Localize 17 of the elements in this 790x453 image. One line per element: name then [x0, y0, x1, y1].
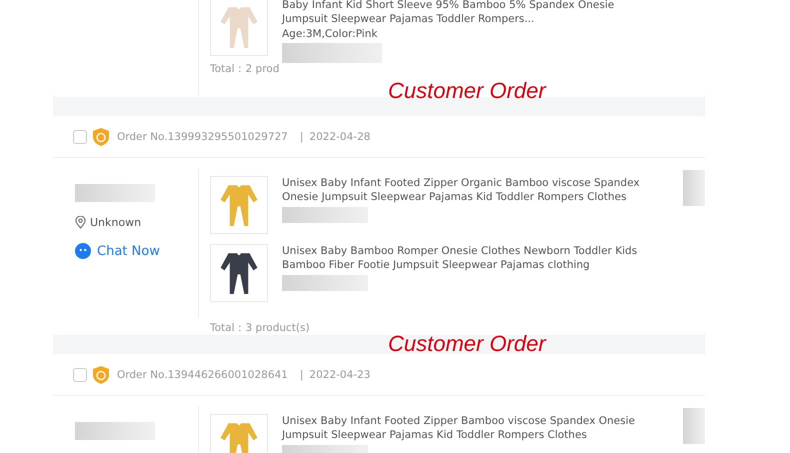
chat-now-link[interactable]: Chat Now [97, 244, 160, 258]
product-total: Total：2 prod [210, 63, 280, 75]
order-number: Order No.139993295501029727 [117, 130, 288, 142]
product-variant: Age:3M,Color:Pink [282, 28, 378, 40]
order-date: 2022-04-28 [309, 130, 370, 142]
separator: | [300, 130, 304, 142]
product-total: Total：3 product(s) [210, 322, 310, 334]
product-title[interactable]: Unisex Baby Bamboo Romper Onesie Clothes Newborn Toddler Kids Bamboo Fiber Footie Jumpsuit Sleepwear Pajamas clothing [282, 244, 657, 272]
order-number: Order No.139446266001028641 [117, 368, 288, 380]
product-title[interactable]: Baby Infant Kid Short Sleeve 95% Bamboo 5% Spandex Onesie Jumpsuit Sleepwear Pajamas Toddler Rompers... [282, 0, 657, 26]
separator: | [300, 368, 304, 380]
caption-text: Customer Order [388, 331, 546, 357]
product-title[interactable]: Unisex Baby Infant Footed Zipper Organic Bamboo viscose Spandex Onesie Jumpsuit Sleepwear Pajamas Kid Toddler Rompers Clothes [282, 176, 657, 204]
order-date: 2022-04-23 [309, 368, 370, 380]
caption-text: Customer Order [388, 78, 546, 104]
product-title[interactable]: Unisex Baby Infant Footed Zipper Bamboo viscose Spandex Onesie Jumpsuit Sleepwear Pajamas Kid Toddler Rompers Clothes [282, 414, 657, 442]
location-text: Unknown [90, 216, 142, 229]
